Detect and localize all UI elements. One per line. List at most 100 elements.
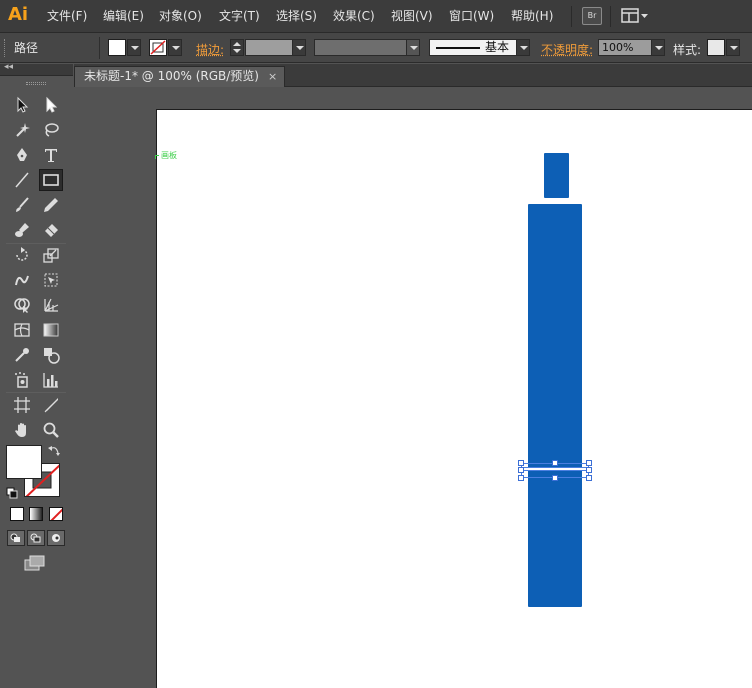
gradient-icon bbox=[43, 323, 59, 337]
artboard-origin-marker bbox=[155, 155, 159, 159]
control-bar-grip[interactable] bbox=[4, 39, 7, 57]
warp-tool[interactable] bbox=[10, 269, 34, 291]
swap-fill-stroke-icon[interactable] bbox=[48, 445, 60, 457]
hand-icon bbox=[15, 423, 26, 437]
default-fill-stroke-icon[interactable] bbox=[6, 487, 18, 499]
color-mode-button[interactable] bbox=[10, 507, 24, 521]
perspective-grid-tool[interactable] bbox=[39, 294, 63, 316]
direct-selection-tool[interactable] bbox=[39, 94, 63, 116]
fill-color-box[interactable] bbox=[6, 445, 42, 479]
menu-file[interactable]: 文件(F) bbox=[47, 8, 87, 25]
symbol-sprayer-tool[interactable] bbox=[10, 369, 34, 391]
stroke-color-swatch[interactable] bbox=[149, 39, 167, 56]
brush-definition-field[interactable]: 基本 bbox=[429, 39, 517, 56]
document-tab-bar: 未标题-1* @ 100% (RGB/预览) × bbox=[74, 64, 752, 87]
brush-definition-label: 基本 bbox=[485, 40, 510, 54]
none-slash-icon bbox=[50, 508, 62, 520]
variable-width-dropdown[interactable] bbox=[406, 39, 420, 56]
magic-wand-tool[interactable] bbox=[10, 119, 34, 141]
pencil-tool[interactable] bbox=[39, 194, 63, 216]
menu-effect[interactable]: 效果(C) bbox=[333, 8, 375, 25]
document-tab[interactable]: 未标题-1* @ 100% (RGB/预览) × bbox=[74, 66, 285, 87]
stroke-weight-label[interactable]: 描边: bbox=[196, 41, 224, 58]
selected-white-path[interactable] bbox=[521, 467, 589, 471]
rotate-icon bbox=[16, 247, 28, 261]
variable-width-profile[interactable] bbox=[314, 39, 408, 56]
gradient-mode-button[interactable] bbox=[29, 507, 43, 521]
brush-definition-dropdown[interactable] bbox=[516, 39, 530, 56]
draw-normal-button[interactable] bbox=[7, 530, 25, 546]
resize-handle-bottom-left[interactable] bbox=[518, 475, 524, 481]
slice-tool[interactable] bbox=[39, 394, 63, 416]
workspace-switcher-button[interactable] bbox=[620, 7, 650, 25]
selection-tool[interactable] bbox=[10, 94, 34, 116]
screen-mode-button[interactable] bbox=[23, 554, 47, 572]
draw-behind-button[interactable] bbox=[27, 530, 45, 546]
mesh-tool[interactable] bbox=[10, 319, 34, 341]
paintbrush-icon bbox=[16, 197, 29, 212]
stroke-weight-stepper[interactable] bbox=[230, 39, 244, 56]
pen-tool[interactable] bbox=[10, 144, 34, 166]
shape-builder-icon bbox=[14, 298, 30, 313]
eyedropper-tool[interactable] bbox=[10, 344, 34, 366]
menu-window[interactable]: 窗口(W) bbox=[449, 8, 494, 25]
opacity-dropdown[interactable] bbox=[651, 39, 665, 56]
column-graph-tool[interactable] bbox=[39, 369, 63, 391]
line-segment-tool[interactable] bbox=[10, 169, 34, 191]
zoom-tool[interactable] bbox=[39, 419, 63, 441]
opacity-input[interactable]: 100% bbox=[598, 39, 652, 56]
artboard-label: 画板 bbox=[161, 151, 177, 160]
fill-color-swatch[interactable] bbox=[108, 39, 126, 56]
control-separator bbox=[99, 37, 100, 59]
close-tab-icon[interactable]: × bbox=[268, 67, 277, 86]
menu-separator bbox=[571, 6, 572, 27]
artboard-tool[interactable] bbox=[10, 394, 34, 416]
graphic-style-swatch[interactable] bbox=[707, 39, 725, 56]
resize-handle-top-right[interactable] bbox=[586, 460, 592, 466]
draw-inside-icon bbox=[52, 534, 60, 542]
canvas-area[interactable]: 画板 bbox=[74, 88, 752, 688]
collapse-arrows-icon[interactable]: ◂◂ bbox=[4, 62, 13, 72]
bridge-button[interactable]: Br bbox=[582, 7, 602, 25]
shape-builder-tool[interactable] bbox=[10, 294, 34, 316]
blob-brush-tool[interactable] bbox=[10, 219, 34, 241]
stroke-weight-input[interactable] bbox=[245, 39, 293, 56]
paintbrush-tool[interactable] bbox=[10, 194, 34, 216]
resize-handle-bottom-center[interactable] bbox=[552, 475, 558, 481]
tools-panel-header[interactable]: ◂◂ bbox=[0, 62, 73, 76]
tall-blue-rectangle[interactable] bbox=[528, 204, 582, 607]
resize-handle-bottom-right[interactable] bbox=[586, 475, 592, 481]
resize-handle-middle-left[interactable] bbox=[518, 467, 524, 473]
resize-handle-middle-right[interactable] bbox=[586, 467, 592, 473]
tools-panel-grip[interactable] bbox=[26, 82, 46, 85]
opacity-label[interactable]: 不透明度: bbox=[541, 41, 593, 58]
menu-help[interactable]: 帮助(H) bbox=[511, 8, 553, 25]
rotate-tool[interactable] bbox=[10, 244, 34, 266]
hand-tool[interactable] bbox=[10, 419, 34, 441]
lasso-tool[interactable] bbox=[39, 119, 63, 141]
draw-inside-button[interactable] bbox=[47, 530, 65, 546]
style-label: 样式: bbox=[673, 43, 702, 57]
menu-object[interactable]: 对象(O) bbox=[159, 8, 202, 25]
stroke-dropdown[interactable] bbox=[168, 39, 182, 56]
scale-tool[interactable] bbox=[39, 244, 63, 266]
eraser-tool[interactable] bbox=[39, 219, 63, 241]
menu-edit[interactable]: 编辑(E) bbox=[103, 8, 144, 25]
resize-handle-top-left[interactable] bbox=[518, 460, 524, 466]
rectangle-tool[interactable] bbox=[39, 169, 63, 191]
none-mode-button[interactable] bbox=[49, 507, 63, 521]
menu-separator bbox=[610, 6, 611, 27]
blend-tool[interactable] bbox=[39, 344, 63, 366]
small-top-rectangle[interactable] bbox=[544, 153, 569, 198]
menu-select[interactable]: 选择(S) bbox=[276, 8, 317, 25]
artboard[interactable]: 画板 bbox=[155, 109, 752, 688]
gradient-tool[interactable] bbox=[39, 319, 63, 341]
free-transform-tool[interactable] bbox=[39, 269, 63, 291]
menu-view[interactable]: 视图(V) bbox=[391, 8, 433, 25]
graphic-style-dropdown[interactable] bbox=[726, 39, 740, 56]
fill-dropdown[interactable] bbox=[127, 39, 141, 56]
resize-handle-top-center[interactable] bbox=[552, 460, 558, 466]
menu-type[interactable]: 文字(T) bbox=[219, 8, 260, 25]
stroke-weight-dropdown[interactable] bbox=[292, 39, 306, 56]
type-tool[interactable] bbox=[39, 144, 63, 166]
